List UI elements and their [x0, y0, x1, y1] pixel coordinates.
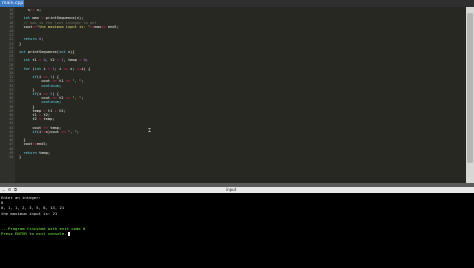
tab-main-cpp[interactable]: main.cpp	[0, 0, 24, 7]
scrollbar-thumb[interactable]	[467, 13, 473, 163]
code-text: }	[19, 155, 21, 159]
code-editor[interactable]: 15 s/= x; 16 17 int max = printSequence(x…	[0, 7, 466, 183]
console-line: Press ENTER to exit console.	[1, 231, 70, 237]
editor-scrollbar[interactable]	[466, 7, 474, 183]
code-token: }	[19, 155, 22, 159]
console-line: the maximum input is: 21	[1, 210, 58, 216]
code-line[interactable]: 50}	[0, 155, 466, 159]
console-output[interactable]: Enter an integer: 8 0, 1, 1, 2, 3, 5, 8, 1…	[0, 193, 474, 268]
line-number: 50	[9, 155, 13, 159]
console-caret	[67, 232, 70, 237]
console-line: Enter an integer:	[1, 195, 41, 200]
mouse-cursor-icon: ⌶	[148, 128, 152, 134]
tab-bar: main.cpp	[0, 0, 474, 7]
